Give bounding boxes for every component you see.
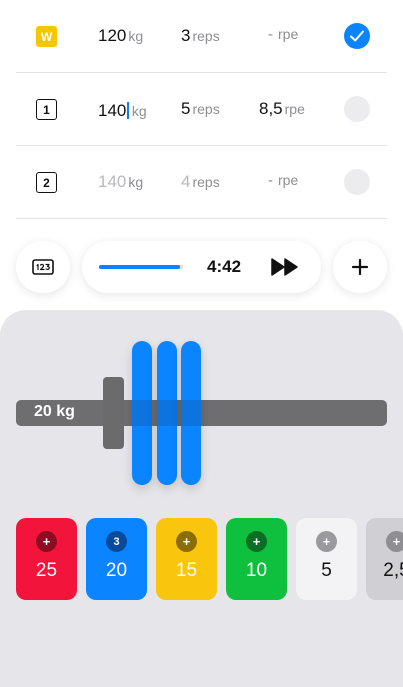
- plate-value: 2,5: [383, 560, 403, 581]
- rest-timer-time: 4:42: [207, 257, 242, 276]
- plate-value: 10: [245, 560, 268, 581]
- rpe-unit: rpe: [278, 172, 299, 188]
- plate-picker: + 25 3 20 + 15 + 10 + 5 + 2,5: [16, 518, 403, 600]
- barbell: 20 kg: [16, 400, 387, 426]
- plate-value: 15: [175, 560, 198, 581]
- reps-unit: reps: [192, 101, 220, 117]
- reps-unit: reps: [192, 174, 220, 190]
- set-row[interactable]: W 120 kg 3 reps - rpe: [16, 0, 387, 73]
- rest-timer-progress-fill: [99, 265, 180, 269]
- set-type-badge[interactable]: W: [36, 26, 57, 47]
- set-type-badge[interactable]: 1: [36, 99, 57, 120]
- numeric-keypad-button[interactable]: [16, 241, 70, 293]
- set-complete-checkbox[interactable]: [344, 23, 370, 49]
- weight-unit: kg: [128, 28, 144, 44]
- rpe-unit: rpe: [284, 101, 305, 117]
- plate-count-badge: 3: [106, 531, 127, 552]
- plate-badge: +: [176, 531, 197, 552]
- skip-timer-button[interactable]: [271, 256, 299, 283]
- reps-field[interactable]: 4 reps: [181, 172, 220, 194]
- checkmark-icon: [350, 30, 364, 42]
- loaded-plate[interactable]: [181, 341, 201, 485]
- plate-badge: +: [386, 531, 403, 552]
- bar-weight-label: 20 kg: [34, 403, 75, 420]
- rpe-value: 8,5: [259, 99, 283, 118]
- plate-button-15[interactable]: + 15: [156, 518, 217, 600]
- weight-unit: kg: [131, 103, 147, 119]
- weight-value: 120: [98, 26, 127, 45]
- fast-forward-icon: [271, 258, 298, 276]
- rest-timer-progress: [99, 265, 183, 269]
- plate-value: 5: [321, 560, 332, 581]
- reps-field[interactable]: 3 reps: [181, 26, 220, 48]
- plate-button-20[interactable]: 3 20: [86, 518, 147, 600]
- reps-unit: reps: [192, 28, 220, 44]
- plate-button-25[interactable]: + 25: [16, 518, 77, 600]
- plate-button-2-5[interactable]: + 2,5: [366, 518, 403, 600]
- rpe-field[interactable]: - rpe: [268, 172, 298, 194]
- rpe-field[interactable]: - rpe: [268, 26, 298, 48]
- add-set-button[interactable]: [333, 241, 387, 293]
- weight-value: 140: [98, 172, 127, 191]
- set-row[interactable]: 1 140 kg 5 reps 8,5 rpe: [16, 73, 387, 146]
- weight-value: 140: [98, 101, 127, 120]
- plate-calculator-panel: 20 kg + 25 3 20 + 15 + 10 + 5 + 2,5: [0, 310, 403, 687]
- plate-badge: +: [316, 531, 337, 552]
- plate-button-5[interactable]: + 5: [296, 518, 357, 600]
- plate-value: 25: [35, 560, 58, 581]
- reps-field[interactable]: 5 reps: [181, 99, 220, 121]
- weight-unit: kg: [128, 174, 144, 190]
- rpe-unit: rpe: [278, 26, 299, 42]
- keypad-123-icon: [32, 259, 54, 275]
- set-row[interactable]: 2 140 kg 4 reps - rpe: [16, 146, 387, 219]
- plus-icon: [351, 258, 369, 276]
- reps-value: 4: [181, 172, 191, 191]
- rpe-empty-dash: -: [268, 26, 273, 43]
- rpe-field[interactable]: 8,5 rpe: [259, 99, 305, 121]
- rest-timer[interactable]: 4:42: [82, 241, 321, 293]
- text-cursor: [127, 102, 129, 119]
- reps-value: 5: [181, 99, 191, 118]
- reps-value: 3: [181, 26, 191, 45]
- weight-field[interactable]: 140 kg: [98, 99, 147, 121]
- weight-field[interactable]: 120 kg: [98, 26, 143, 48]
- plate-badge: +: [246, 531, 267, 552]
- set-complete-checkbox[interactable]: [344, 96, 370, 122]
- weight-field[interactable]: 140 kg: [98, 172, 143, 194]
- loaded-plate[interactable]: [132, 341, 152, 485]
- plate-value: 20: [105, 560, 128, 581]
- loaded-plate[interactable]: [157, 341, 177, 485]
- rpe-empty-dash: -: [268, 172, 273, 189]
- set-complete-checkbox[interactable]: [344, 169, 370, 195]
- set-type-badge[interactable]: 2: [36, 172, 57, 193]
- plate-badge: +: [36, 531, 57, 552]
- plate-button-10[interactable]: + 10: [226, 518, 287, 600]
- barbell-collar: [103, 377, 124, 449]
